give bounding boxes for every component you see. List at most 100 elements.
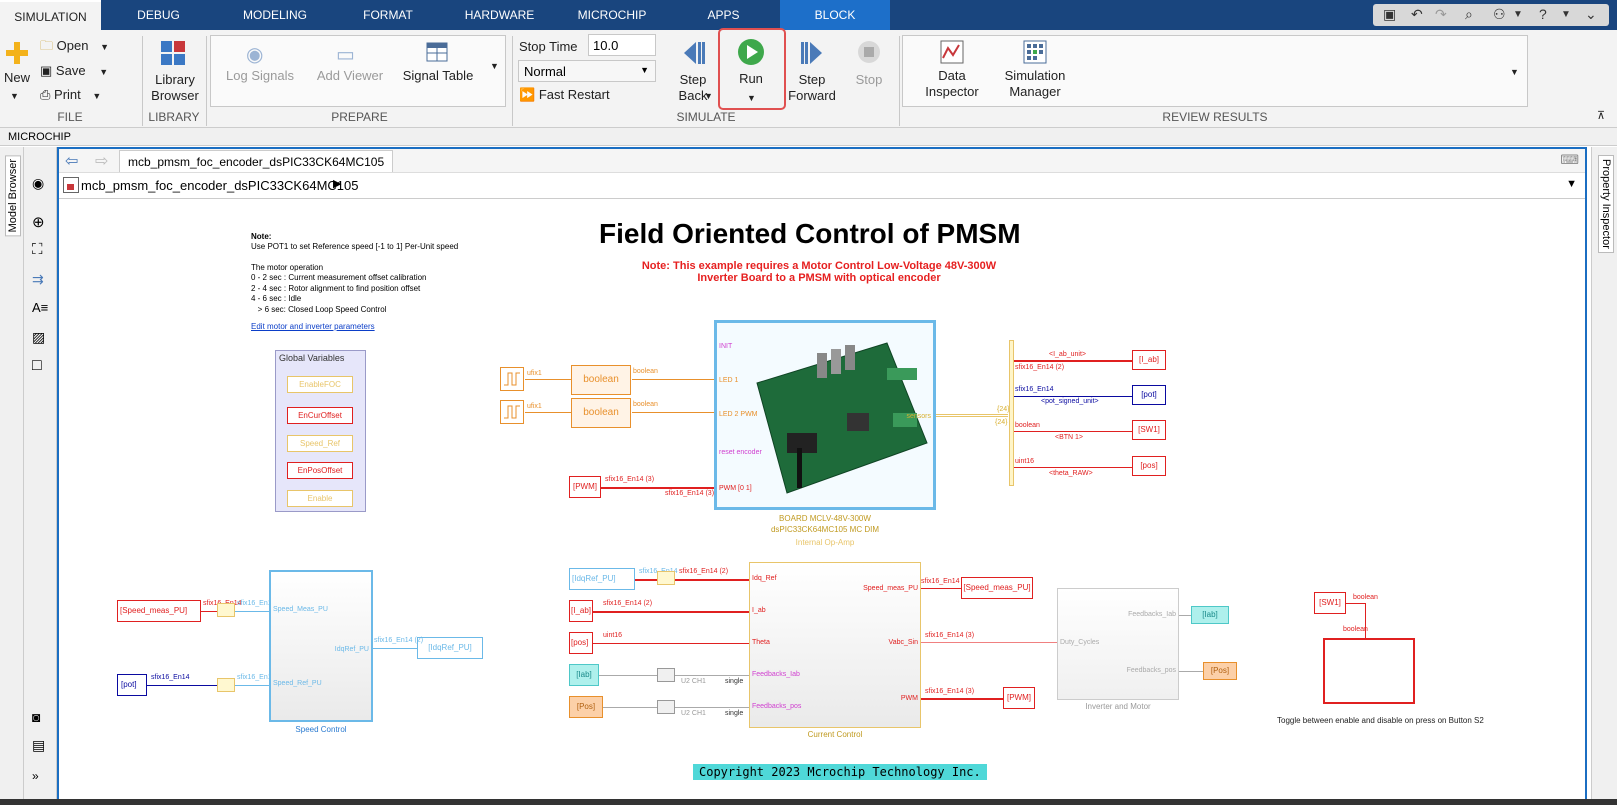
report-icon[interactable]: ▤: [32, 737, 45, 754]
data-inspector-button[interactable]: Data Inspector: [914, 68, 990, 100]
board-block[interactable]: INIT LED 1 LED 2 PWM reset encoder PWM […: [714, 320, 936, 510]
help-icon[interactable]: ?: [1539, 6, 1547, 22]
speed-control-block[interactable]: Speed_Meas_PU Speed_Ref_PU IdqRef_PU: [269, 570, 373, 722]
tab-hardware[interactable]: HARDWARE: [442, 0, 557, 30]
port-speed-ref: Speed_Ref_PU: [273, 680, 322, 687]
goto-pwm-tag[interactable]: [PWM]: [1003, 687, 1035, 709]
signal-table-button[interactable]: Signal Table: [398, 68, 478, 84]
goto-sw1-tag[interactable]: [SW1]: [1132, 420, 1166, 440]
tab-model[interactable]: mcb_pmsm_foc_encoder_dsPIC33CK64MC105: [119, 150, 394, 172]
expand-icon[interactable]: »: [32, 769, 39, 783]
tab-apps[interactable]: APPS: [667, 0, 780, 30]
chevron-down-icon[interactable]: ▼: [1513, 9, 1523, 20]
run-button[interactable]: Run: [724, 71, 778, 87]
toggle-subsystem-block[interactable]: [1323, 638, 1415, 704]
from-pwm-tag[interactable]: [PWM]: [569, 476, 601, 498]
save-button[interactable]: ▣ Save ▼: [40, 63, 120, 80]
breadcrumb-model[interactable]: mcb_pmsm_foc_encoder_dsPIC33CK64MC105: [81, 178, 358, 193]
rate-transition-block[interactable]: [217, 603, 235, 617]
chevron-down-icon[interactable]: ▼: [1566, 178, 1577, 190]
current-control-block[interactable]: Idq_Ref I_ab Theta Feedbacks_Iab Feedbac…: [749, 562, 921, 728]
tab-modeling[interactable]: MODELING: [216, 0, 334, 30]
goto-iab-tag[interactable]: [Iab]: [1191, 606, 1229, 624]
speed-ref-block[interactable]: Speed_Ref: [287, 435, 353, 452]
back-icon[interactable]: ⇦: [65, 151, 78, 171]
undo-icon[interactable]: ↶: [1411, 6, 1423, 23]
goto-speed-meas-tag[interactable]: [Speed_meas_PU]: [961, 577, 1033, 599]
hide-show-icon[interactable]: ◉: [32, 175, 44, 192]
from-pot-tag[interactable]: [pot]: [117, 674, 147, 696]
chevron-down-icon[interactable]: ▼: [10, 88, 19, 104]
en-cur-offset-block[interactable]: EnCurOffset: [287, 407, 353, 424]
boolean-convert-1[interactable]: boolean: [571, 365, 631, 395]
annotation-icon[interactable]: A≡: [32, 300, 48, 315]
goto-pos-capital-tag[interactable]: [Pos]: [1203, 662, 1237, 680]
chevron-right-icon[interactable]: ▶: [333, 177, 341, 190]
property-inspector-tab[interactable]: Property Inspector: [1598, 155, 1614, 253]
from-pos-tag[interactable]: [pos]: [569, 632, 593, 654]
tab-microchip[interactable]: MICROCHIP: [557, 0, 667, 30]
step-forward-button[interactable]: Step Forward: [786, 72, 838, 104]
stop-time-input[interactable]: 10.0: [588, 34, 656, 56]
tab-format[interactable]: FORMAT: [334, 0, 442, 30]
from-iab-tag[interactable]: [Iab]: [569, 664, 599, 686]
chevron-down-icon[interactable]: ▼: [1561, 9, 1571, 20]
boolean-convert-2[interactable]: boolean: [571, 398, 631, 428]
zoom-icon[interactable]: ⊕: [32, 213, 45, 231]
image-icon[interactable]: ▨: [32, 329, 45, 346]
chevron-down-icon[interactable]: ▼: [490, 58, 499, 74]
keyboard-icon[interactable]: ⌨: [1560, 152, 1579, 168]
forward-icon[interactable]: ⇨: [95, 151, 108, 171]
fit-to-view-icon[interactable]: ⛶: [32, 241, 43, 258]
save-icon[interactable]: ▣: [1383, 6, 1396, 23]
chevron-down-icon[interactable]: ▼: [1510, 64, 1519, 80]
search-icon[interactable]: ⌕: [1465, 6, 1473, 23]
model-browser-tab[interactable]: Model Browser: [5, 155, 21, 237]
fast-restart-button[interactable]: ⏩ Fast Restart: [519, 87, 629, 103]
log-signals-button[interactable]: Log Signals: [220, 68, 300, 84]
from-sw1-tag[interactable]: [SW1]: [1314, 592, 1346, 614]
from-idqref-tag[interactable]: [IdqRef_PU]: [569, 568, 635, 590]
global-variables-area[interactable]: Global Variables EnableFOC EnCurOffset S…: [275, 350, 366, 512]
add-viewer-button[interactable]: Add Viewer: [310, 68, 390, 84]
camera-icon[interactable]: ◙: [32, 709, 40, 725]
collapse-ribbon-icon[interactable]: ⊼: [1597, 108, 1605, 124]
chevron-down-icon[interactable]: ▼: [747, 90, 756, 106]
edit-parameters-link[interactable]: Edit motor and inverter parameters: [251, 322, 375, 331]
rate-transition-block[interactable]: [657, 571, 675, 585]
stop-button[interactable]: Stop: [848, 72, 890, 88]
collapse-icon[interactable]: ⌄: [1585, 6, 1597, 23]
open-button[interactable]: 🗀 Open ▼: [40, 38, 120, 55]
simulation-manager-button[interactable]: Simulation Manager: [990, 68, 1080, 100]
qei-block[interactable]: [657, 700, 675, 714]
tab-block[interactable]: BLOCK: [780, 0, 890, 30]
simulation-mode-select[interactable]: Normal ▼: [518, 60, 656, 82]
redo-icon[interactable]: ↷: [1435, 6, 1447, 23]
diagram-canvas[interactable]: Note: Use POT1 to set Reference speed [-…: [59, 200, 1585, 803]
enable-foc-block[interactable]: EnableFOC: [287, 376, 353, 393]
goto-pos-tag[interactable]: [pos]: [1132, 456, 1166, 476]
rate-transition-block[interactable]: [217, 678, 235, 692]
from-pos-capital-tag[interactable]: [Pos]: [569, 696, 603, 718]
goto-i-ab-tag[interactable]: [I_ab]: [1132, 350, 1166, 370]
new-button[interactable]: New: [2, 70, 32, 86]
inverter-motor-block[interactable]: Duty_Cycles Feedbacks_Iab Feedbacks_pos: [1057, 588, 1179, 700]
tab-simulation[interactable]: SIMULATION: [0, 0, 101, 30]
chevron-down-icon[interactable]: ▼: [704, 88, 713, 104]
en-pos-offset-block[interactable]: EnPosOffset: [287, 462, 353, 479]
goto-pot-tag[interactable]: [pot]: [1132, 385, 1166, 405]
signal-icon[interactable]: ⇉: [32, 271, 44, 288]
enable-block[interactable]: Enable: [287, 490, 353, 507]
print-button[interactable]: ⎙ Print ▼: [40, 87, 120, 104]
speed-control-label: Speed Control: [295, 725, 347, 734]
pulse-generator-2[interactable]: [500, 400, 524, 424]
community-icon[interactable]: ⚇: [1493, 6, 1506, 23]
pulse-generator-1[interactable]: [500, 367, 524, 391]
tab-debug[interactable]: DEBUG: [101, 0, 216, 30]
from-speed-meas-tag[interactable]: [Speed_meas_PU]: [117, 600, 201, 622]
library-browser-button[interactable]: Library Browser: [145, 72, 205, 104]
area-icon[interactable]: □: [32, 357, 42, 375]
from-i-ab-tag[interactable]: [I_ab]: [569, 600, 593, 622]
adc-block[interactable]: [657, 668, 675, 682]
goto-idqref-tag[interactable]: [IdqRef_PU]: [417, 637, 483, 659]
